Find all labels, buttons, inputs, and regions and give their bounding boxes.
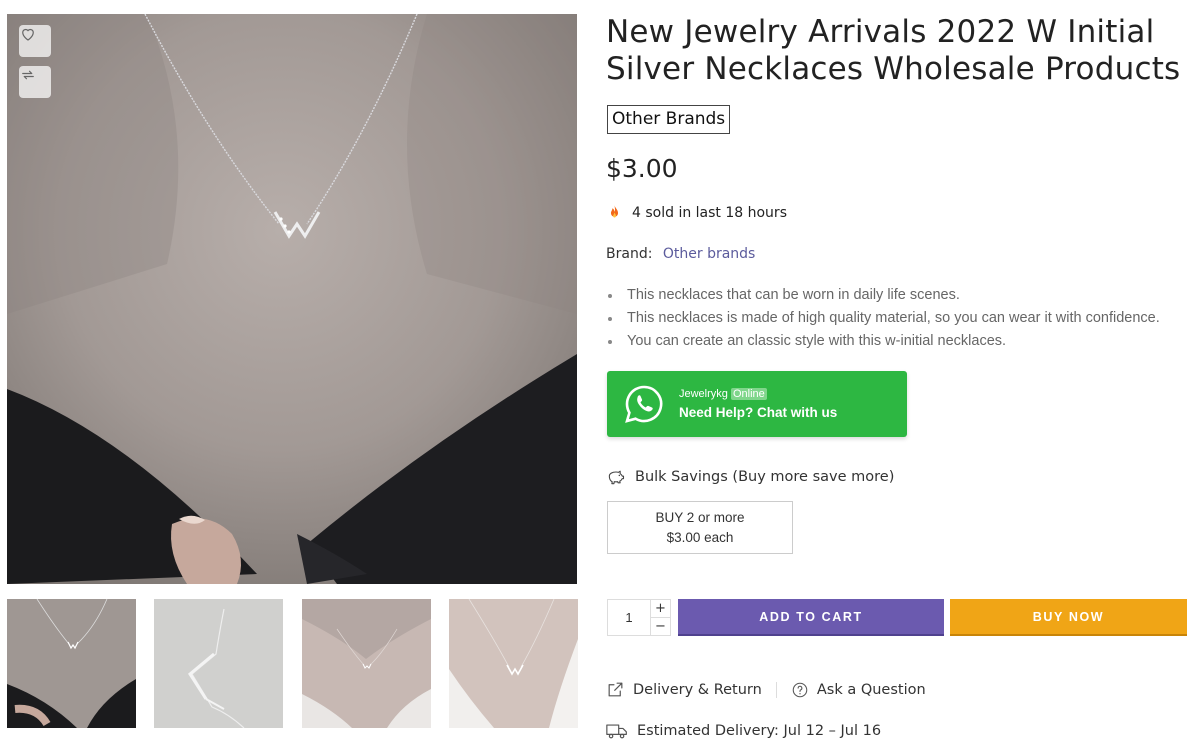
whatsapp-cta: Need Help? Chat with us bbox=[679, 404, 838, 420]
compare-button[interactable] bbox=[19, 66, 51, 98]
brand-label: Brand: bbox=[606, 246, 653, 262]
compare-arrows-icon bbox=[22, 70, 34, 80]
delivery-return-link[interactable]: Delivery & Return bbox=[606, 680, 762, 699]
feature-item: This necklaces is made of high quality m… bbox=[606, 307, 1160, 330]
product-links: Delivery & Return Ask a Question bbox=[606, 680, 926, 699]
feature-item: This necklaces that can be worn in daily… bbox=[606, 284, 1160, 307]
add-to-cart-button[interactable]: ADD TO CART bbox=[678, 599, 944, 636]
product-title: New Jewelry Arrivals 2022 W Initial Silv… bbox=[606, 14, 1188, 88]
thumbnail-4[interactable] bbox=[449, 599, 578, 728]
share-box-icon bbox=[608, 682, 623, 697]
buy-now-button[interactable]: BUY NOW bbox=[950, 599, 1187, 636]
product-title-line-2: Silver Necklaces Wholesale Products bbox=[606, 51, 1181, 87]
quantity-input[interactable] bbox=[608, 600, 650, 635]
quantity-decrease-button[interactable]: − bbox=[651, 618, 670, 635]
product-title-line-1: New Jewelry Arrivals 2022 W Initial bbox=[606, 14, 1155, 50]
online-badge: Online bbox=[730, 387, 767, 400]
piggy-bank-icon bbox=[608, 470, 625, 485]
heart-icon bbox=[22, 28, 34, 41]
thumbnail-image bbox=[7, 599, 136, 728]
thumbnail-image bbox=[154, 599, 283, 728]
necklace-photo bbox=[7, 14, 577, 584]
whatsapp-status-line: Jewelrykg Online bbox=[679, 387, 837, 401]
thumbnail-2[interactable] bbox=[154, 599, 283, 728]
quantity-steps: + − bbox=[650, 600, 670, 635]
delivery-estimate-text: Estimated Delivery: Jul 12 – Jul 16 bbox=[637, 723, 882, 739]
bulk-savings-text: Bulk Savings (Buy more save more) bbox=[635, 469, 895, 485]
quantity-increase-button[interactable]: + bbox=[651, 600, 670, 618]
bulk-savings-heading: Bulk Savings (Buy more save more) bbox=[606, 467, 894, 487]
truck-icon bbox=[606, 724, 627, 739]
bulk-tier-price: $3.00 each bbox=[666, 530, 734, 545]
sold-counter: 4 sold in last 18 hours bbox=[606, 204, 787, 221]
fire-icon bbox=[606, 204, 623, 221]
estimated-delivery: Estimated Delivery: Jul 12 – Jul 16 bbox=[606, 722, 881, 740]
product-price: $3.00 bbox=[606, 154, 678, 183]
sold-text: 4 sold in last 18 hours bbox=[632, 204, 787, 221]
whatsapp-name: Jewelrykg bbox=[679, 387, 728, 400]
bulk-tier-option[interactable]: BUY 2 or more $3.00 each bbox=[607, 501, 793, 554]
whatsapp-text: Jewelrykg Online Need Help? Chat with us bbox=[679, 387, 837, 422]
ask-question-label: Ask a Question bbox=[816, 681, 926, 698]
brand-line: Brand: Other brands bbox=[606, 246, 755, 262]
thumbnail-strip bbox=[7, 599, 578, 728]
product-info: New Jewelry Arrivals 2022 W Initial Silv… bbox=[606, 14, 1188, 739]
thumbnail-image bbox=[302, 599, 431, 728]
ask-question-link[interactable]: Ask a Question bbox=[791, 681, 926, 699]
quantity-stepper: + − bbox=[607, 599, 671, 636]
whatsapp-chat-button[interactable]: Jewelrykg Online Need Help? Chat with us bbox=[607, 371, 907, 437]
main-product-image[interactable] bbox=[7, 14, 577, 584]
whatsapp-icon bbox=[625, 385, 663, 423]
feature-list: This necklaces that can be worn in daily… bbox=[606, 284, 1160, 353]
link-divider bbox=[775, 681, 777, 698]
thumbnail-image bbox=[449, 599, 578, 728]
thumbnail-1[interactable] bbox=[7, 599, 136, 728]
brand-link[interactable]: Other brands bbox=[663, 246, 755, 262]
thumbnail-3[interactable] bbox=[302, 599, 431, 728]
brand-tag[interactable]: Other Brands bbox=[607, 105, 731, 134]
feature-item: You can create an classic style with thi… bbox=[606, 330, 1160, 353]
bulk-tier-quantity: BUY 2 or more bbox=[655, 510, 745, 525]
delivery-return-label: Delivery & Return bbox=[633, 681, 762, 698]
question-circle-icon bbox=[792, 682, 808, 697]
wishlist-button[interactable] bbox=[19, 25, 51, 57]
